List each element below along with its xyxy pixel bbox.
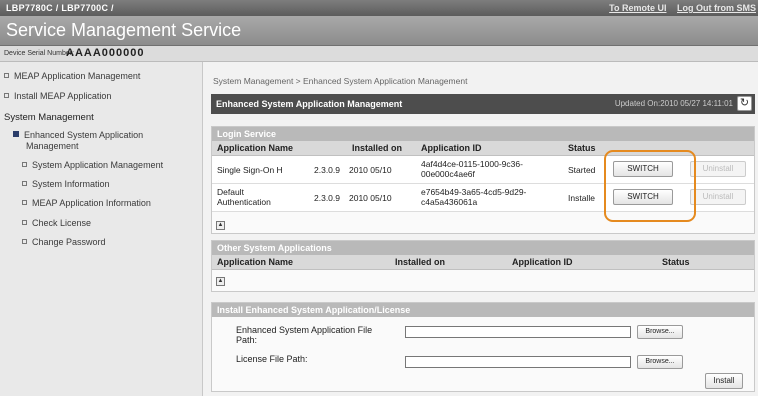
bullet-icon [22, 220, 27, 225]
col-application-id: Application ID [421, 143, 482, 153]
install-section: Install Enhanced System Application/Lice… [211, 302, 755, 392]
status-text: Installe [568, 193, 595, 203]
app-name: Default [217, 187, 244, 197]
app-file-label-cont: Path: [236, 335, 258, 345]
app-id: 4af4d4ce-0115-1000-9c36- [421, 159, 523, 169]
bullet-icon [22, 181, 27, 186]
col-application-id: Application ID [512, 257, 573, 267]
uninstall-button[interactable]: Uninstall [690, 189, 746, 205]
other-apps-title: Other System Applications [212, 241, 754, 255]
sidebar: MEAP Application Management Install MEAP… [0, 62, 203, 396]
collapse-icon[interactable]: ▲ [216, 277, 225, 286]
col-application-name: Application Name [217, 257, 294, 267]
app-id-cont: c4a5a436061a [421, 197, 478, 207]
bullet-icon [22, 239, 27, 244]
product-name: LBP7780C / LBP7700C / [6, 3, 114, 13]
sidebar-item-change-password[interactable]: Change Password [22, 237, 106, 247]
browse-app-file-button[interactable]: Browse... [637, 325, 683, 339]
refresh-icon[interactable]: ↻ [737, 96, 752, 111]
install-title: Install Enhanced System Application/Lice… [212, 303, 754, 317]
top-bar: LBP7780C / LBP7700C / To Remote UI Log O… [0, 0, 758, 16]
panel-header: Enhanced System Application Management U… [211, 94, 755, 114]
installed-date: 2010 05/10 [349, 165, 392, 175]
status-text: Started [568, 165, 596, 175]
breadcrumb: System Management > Enhanced System Appl… [213, 76, 468, 86]
app-version: 2.3.0.9 [314, 165, 340, 175]
updated-timestamp: Updated On:2010 05/27 14:11:01 [614, 99, 733, 108]
sidebar-item-enhanced-system-app[interactable]: Enhanced System Application [13, 130, 143, 140]
title-bar: Service Management Service [0, 16, 758, 46]
app-name-cont: Authentication [217, 197, 271, 207]
app-name: Single Sign-On H [217, 165, 283, 175]
sidebar-item-meap-app-info[interactable]: MEAP Application Information [22, 198, 151, 208]
install-button[interactable]: Install [705, 373, 743, 389]
page-title: Service Management Service [6, 20, 242, 40]
serial-label: Device Serial Number: [4, 50, 75, 57]
browse-license-file-button[interactable]: Browse... [637, 355, 683, 369]
sidebar-section-system-mgmt[interactable]: System Management [4, 112, 94, 123]
sidebar-item-check-license[interactable]: Check License [22, 218, 91, 228]
serial-value: AAAA000000 [66, 47, 145, 59]
panel-title: Enhanced System Application Management [216, 99, 403, 109]
logout-link[interactable]: Log Out from SMS [677, 3, 756, 13]
sidebar-item-system-info[interactable]: System Information [22, 179, 110, 189]
bullet-icon [22, 200, 27, 205]
other-apps-column-header: Application Name Installed on Applicatio… [212, 255, 754, 270]
app-version: 2.3.0.9 [314, 193, 340, 203]
col-status: Status [568, 143, 596, 153]
login-service-title: Login Service [212, 127, 754, 141]
bullet-icon [22, 162, 27, 167]
app-id: e7654b49-3a65-4cd5-9d29- [421, 187, 527, 197]
app-id-cont: 00e000c4ae6f [421, 169, 475, 179]
bullet-icon [4, 73, 9, 78]
sidebar-item-install-meap[interactable]: Install MEAP Application [4, 91, 111, 101]
col-application-name: Application Name [217, 143, 294, 153]
other-apps-section: Other System Applications Application Na… [211, 240, 755, 292]
top-links: To Remote UI Log Out from SMS [601, 3, 756, 13]
col-installed-on: Installed on [395, 257, 446, 267]
serial-bar: Device Serial Number: AAAA000000 [0, 46, 758, 62]
remote-ui-link[interactable]: To Remote UI [609, 3, 666, 13]
license-file-label: License File Path: [236, 354, 308, 364]
col-installed-on: Installed on [352, 143, 403, 153]
sidebar-item-meap-app-mgmt[interactable]: MEAP Application Management [4, 71, 140, 81]
sidebar-item-system-app-mgmt[interactable]: System Application Management [22, 160, 163, 170]
col-status: Status [662, 257, 690, 267]
app-file-label: Enhanced System Application File [236, 325, 373, 335]
bullet-icon [4, 93, 9, 98]
uninstall-button[interactable]: Uninstall [690, 161, 746, 177]
switch-highlight-callout [604, 150, 696, 222]
license-file-input[interactable] [405, 356, 631, 368]
main-content: System Management > Enhanced System Appl… [203, 62, 758, 396]
sidebar-item-enhanced-system-app-line2[interactable]: Management [26, 141, 79, 151]
bullet-icon [13, 131, 19, 137]
collapse-icon[interactable]: ▲ [216, 221, 225, 230]
app-file-input[interactable] [405, 326, 631, 338]
installed-date: 2010 05/10 [349, 193, 392, 203]
